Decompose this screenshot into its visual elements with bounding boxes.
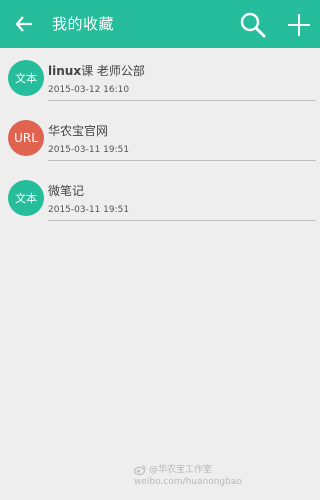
add-button[interactable] <box>282 8 316 42</box>
type-badge: 文本 <box>8 60 44 96</box>
search-button[interactable] <box>236 8 270 42</box>
item-title: linux课 老师公部 <box>48 62 145 79</box>
item-title-text: 微笔记 <box>48 184 85 198</box>
back-button[interactable] <box>8 8 40 40</box>
app-bar: 我的收藏 <box>0 0 320 48</box>
list-item[interactable]: 文本 linux课 老师公部 2015-03-12 16:10 <box>0 48 320 108</box>
arrow-left-icon <box>15 16 32 32</box>
list-item[interactable]: URL 华农宝官网 2015-03-11 19:51 <box>0 108 320 168</box>
divider <box>48 100 316 101</box>
page-title: 我的收藏 <box>52 15 115 33</box>
divider <box>48 160 316 161</box>
item-timestamp: 2015-03-11 19:51 <box>48 205 130 215</box>
item-title: 微笔记 <box>48 182 84 199</box>
watermark: @华农宝工作室 weibo.com/huanongbao <box>134 464 284 488</box>
watermark-line1: @华农宝工作室 <box>149 465 213 475</box>
type-badge: URL <box>8 120 44 156</box>
item-timestamp: 2015-03-12 16:10 <box>48 85 130 95</box>
item-title: 华农宝官网 <box>48 122 108 139</box>
divider <box>48 220 316 221</box>
item-title-text: 课 老师公部 <box>81 64 145 78</box>
search-icon <box>240 12 266 38</box>
list-item[interactable]: 文本 微笔记 2015-03-11 19:51 <box>0 168 320 228</box>
item-title-bold: linux <box>48 64 82 78</box>
favorites-list: 文本 linux课 老师公部 2015-03-12 16:10 URL 华农宝官… <box>0 48 320 228</box>
type-badge: 文本 <box>8 180 44 216</box>
item-timestamp: 2015-03-11 19:51 <box>48 145 130 155</box>
watermark-line2: weibo.com/huanongbao <box>134 477 242 487</box>
plus-icon <box>288 14 310 36</box>
weibo-icon <box>134 465 146 475</box>
item-title-text: 华农宝官网 <box>48 124 109 138</box>
